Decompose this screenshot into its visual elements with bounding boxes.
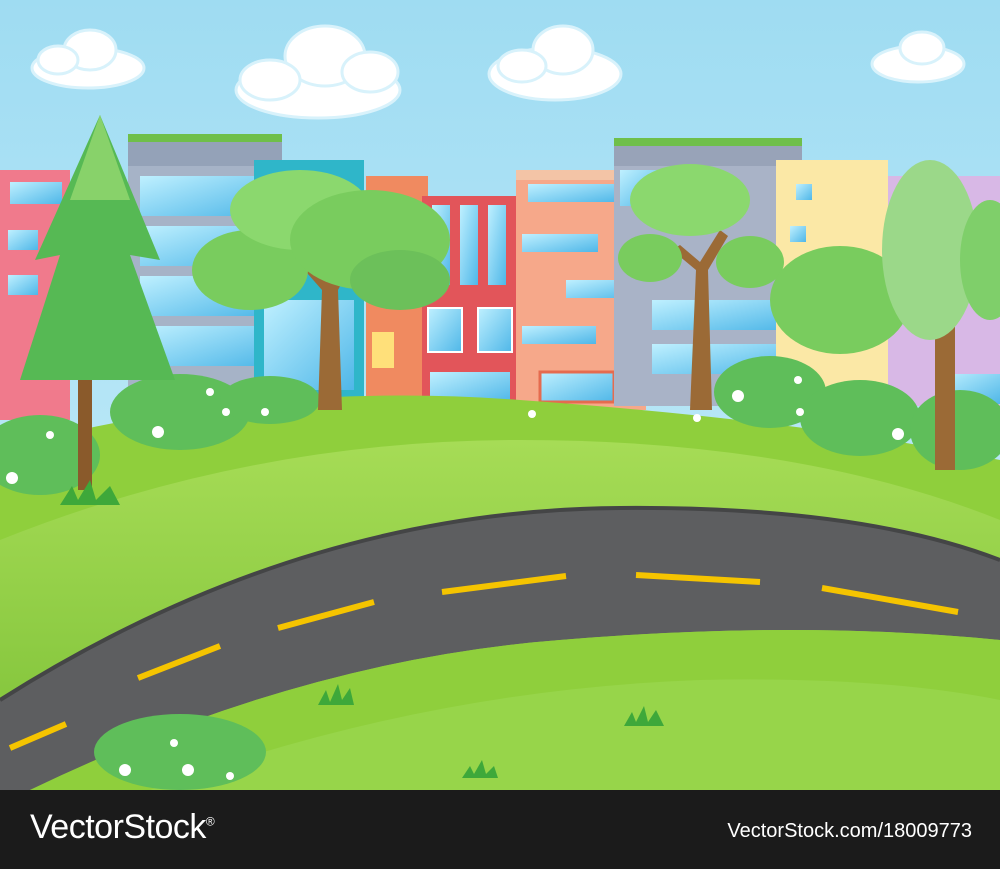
city-road-illustration [0,0,1000,790]
front-shrub [94,714,266,790]
registered-mark: ® [205,814,215,829]
watermark-logo: VectorStock® [30,808,215,847]
watermark-logo-text: VectorStock [30,808,206,846]
watermark-url: VectorStock.com/18009773 [727,820,972,842]
